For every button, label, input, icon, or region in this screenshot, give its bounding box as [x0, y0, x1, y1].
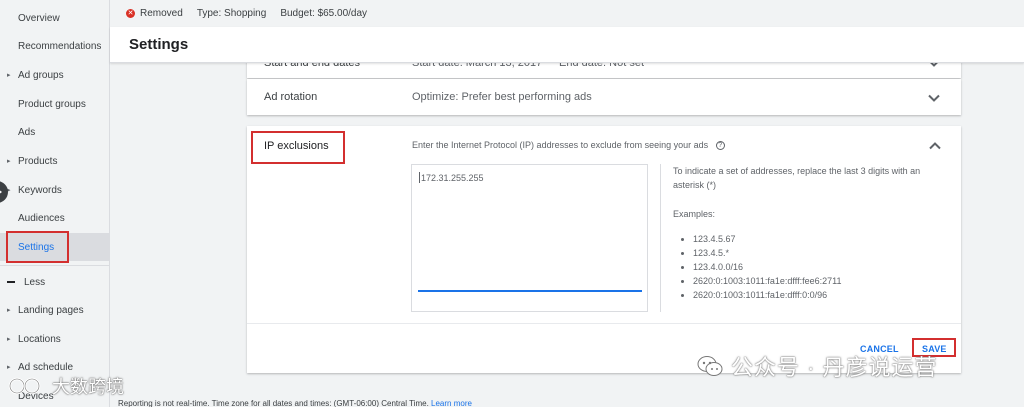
chevron-up-icon[interactable] [927, 138, 943, 154]
watermark-logo-icon [8, 377, 41, 395]
sidebar-item-label: Ad groups [18, 69, 64, 81]
caret-right-icon: ▸ [7, 72, 11, 79]
page-header: Settings [110, 27, 1024, 63]
caret-right-icon: ▸ [7, 307, 11, 314]
sidebar-item-products[interactable]: ▸ Products [0, 147, 110, 175]
sidebar-item-overview[interactable]: Overview [0, 4, 110, 32]
caret-right-icon: ▸ [7, 364, 11, 371]
sidebar-item-label: Keywords [18, 184, 62, 196]
status-text: Removed [140, 8, 183, 19]
footer-note: Reporting is not real-time. Time zone fo… [118, 399, 472, 407]
list-item: 2620:0:1003:1011:fa1e:dfff:fee6:2711 [693, 274, 841, 288]
learn-more-link[interactable]: Learn more [431, 399, 472, 407]
collapse-dash-icon [7, 281, 15, 283]
sidebar-item-ad-groups[interactable]: ▸ Ad groups [0, 61, 110, 89]
sidebar-item-label: Product groups [18, 98, 86, 110]
ip-exclusions-description-text: Enter the Internet Protocol (IP) address… [412, 140, 709, 150]
sidebar-item-label: Products [18, 155, 58, 167]
sidebar-item-label: Less [24, 276, 46, 288]
list-item: 123.4.5.67 [693, 232, 841, 246]
footer-text: Reporting is not real-time. Time zone fo… [118, 399, 429, 407]
sidebar-item-less[interactable]: Less [0, 268, 110, 296]
sidebar-item-ads[interactable]: Ads [0, 118, 110, 146]
watermark-right: 公众号 · 丹彦说运营 [697, 350, 938, 382]
sidebar-item-label: Overview [18, 12, 60, 24]
settings-highlight-box [6, 231, 69, 263]
watermark-right-text: 公众号 · 丹彦说运营 [731, 355, 938, 380]
sidebar-item-label: Landing pages [18, 304, 84, 316]
chevron-down-icon[interactable] [926, 90, 942, 106]
page-title: Settings [129, 36, 189, 53]
ip-exclusions-card: IP exclusions Enter the Internet Protoco… [247, 126, 961, 373]
help-icon[interactable]: ? [715, 141, 725, 151]
sidebar-item-recommendations[interactable]: Recommendations [0, 32, 110, 60]
sidebar-item-label: Locations [18, 333, 61, 345]
sidebar: Overview Recommendations ▸ Ad groups Pro… [0, 0, 110, 407]
vertical-divider [660, 164, 661, 312]
ip-exclusions-value: 172.31.255.255 [421, 173, 484, 183]
sidebar-item-label: Ads [18, 126, 36, 138]
ip-exclusions-hint: To indicate a set of addresses, replace … [673, 166, 921, 190]
ad-rotation-value: Optimize: Prefer best performing ads [412, 91, 592, 103]
sidebar-item-label: Recommendations [18, 40, 102, 52]
ip-exclusions-label: IP exclusions [264, 140, 329, 152]
campaign-type: Type: Shopping [196, 8, 267, 19]
sidebar-divider [0, 265, 110, 266]
sidebar-item-label: Audiences [18, 212, 65, 224]
caret-right-icon: ▸ [7, 336, 11, 343]
wechat-logo-icon [697, 356, 723, 376]
caret-right-icon: ▸ [7, 158, 11, 165]
ad-rotation-label: Ad rotation [264, 91, 318, 103]
sidebar-item-locations[interactable]: ▸ Locations [0, 325, 110, 353]
textarea-focus-underline [418, 290, 642, 292]
campaign-status-bar: ✕ Removed Type: Shopping Budget: $65.00/… [110, 0, 1024, 27]
sidebar-item-label: Ad schedule [18, 361, 74, 373]
text-cursor [419, 172, 420, 183]
list-item: 123.4.0.0/16 [693, 260, 841, 274]
card-separator [247, 323, 961, 324]
watermark-left-text: 大数跨境 [52, 377, 124, 397]
list-item: 123.4.5.* [693, 246, 841, 260]
sidebar-item-audiences[interactable]: Audiences [0, 204, 110, 232]
ip-exclusions-description: Enter the Internet Protocol (IP) address… [412, 140, 725, 151]
list-item: 2620:0:1003:1011:fa1e:dfff:0:0/96 [693, 288, 841, 302]
examples-list: 123.4.5.67 123.4.5.* 123.4.0.0/16 2620:0… [687, 232, 841, 302]
sidebar-item-product-groups[interactable]: Product groups [0, 90, 110, 118]
sidebar-item-keywords[interactable]: ▸ Keywords [0, 176, 110, 204]
examples-title: Examples: [673, 209, 716, 219]
watermark-left: 大数跨境 [8, 373, 124, 399]
campaign-budget: Budget: $65.00/day [280, 8, 368, 19]
sidebar-item-landing-pages[interactable]: ▸ Landing pages [0, 296, 110, 324]
ad-rotation-card[interactable]: Ad rotation Optimize: Prefer best perfor… [247, 79, 961, 115]
removed-status-icon: ✕ [126, 9, 135, 18]
